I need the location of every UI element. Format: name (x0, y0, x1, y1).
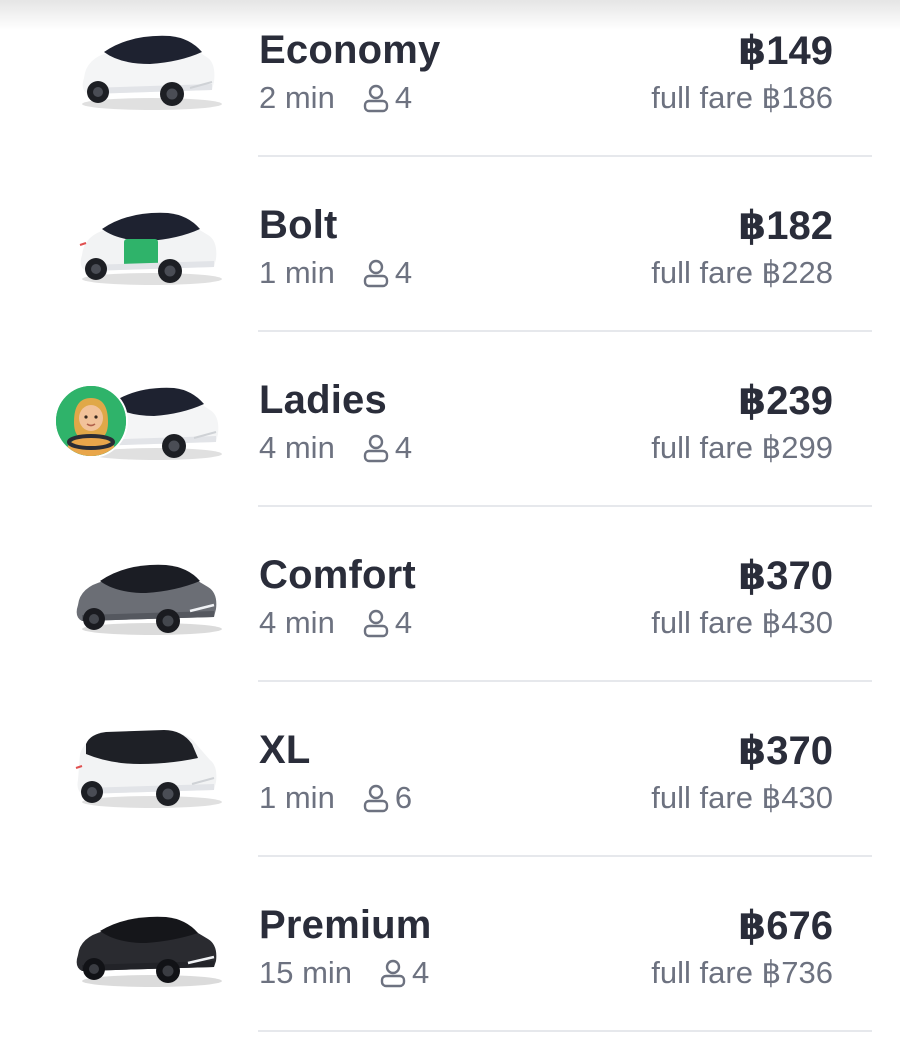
option-name: Economy (259, 28, 441, 72)
option-name: Bolt (259, 203, 338, 247)
option-name: Premium (259, 903, 432, 947)
option-price: ฿370 (738, 554, 833, 598)
divider (258, 855, 872, 857)
divider (258, 1030, 872, 1032)
person-icon (380, 959, 406, 988)
person-icon (363, 259, 389, 288)
option-price: ฿676 (738, 904, 833, 948)
seat-count: 4 (394, 80, 413, 115)
full-fare-price: full fare ฿430 (651, 780, 833, 815)
white-minivan-icon (70, 724, 230, 814)
person-icon (363, 84, 389, 113)
seat-count: 4 (394, 430, 413, 465)
white-sedan-icon (70, 28, 230, 118)
person-icon (363, 609, 389, 638)
ride-option-ladies[interactable]: Ladies 4 min 4 ฿239 full fare ฿299 (0, 350, 900, 525)
option-meta: 1 min 4 (259, 255, 412, 291)
divider (258, 155, 872, 157)
grey-sedan-icon (70, 553, 230, 643)
full-fare-price: full fare ฿430 (651, 605, 833, 640)
option-price: ฿149 (738, 29, 833, 73)
black-sedan-icon (70, 905, 230, 995)
divider (258, 680, 872, 682)
full-fare-price: full fare ฿299 (651, 430, 833, 465)
full-fare-price: full fare ฿228 (651, 255, 833, 290)
full-fare-price: full fare ฿186 (651, 80, 833, 115)
option-meta: 1 min 6 (259, 780, 412, 816)
ride-option-xl[interactable]: XL 1 min 6 ฿370 full fare ฿430 (0, 700, 900, 875)
eta-text: 4 min (259, 430, 335, 465)
divider (258, 505, 872, 507)
seat-count: 4 (394, 255, 413, 290)
option-name: XL (259, 728, 311, 772)
seat-count: 4 (394, 605, 413, 640)
option-price: ฿182 (738, 204, 833, 248)
option-meta: 2 min 4 (259, 80, 412, 116)
person-icon (363, 784, 389, 813)
option-name: Ladies (259, 378, 387, 422)
divider (258, 330, 872, 332)
eta-text: 1 min (259, 780, 335, 815)
option-meta: 4 min 4 (259, 430, 412, 466)
seat-count: 4 (412, 955, 430, 990)
eta-text: 4 min (259, 605, 335, 640)
ride-option-premium[interactable]: Premium 15 min 4 ฿676 full fare ฿736 (0, 875, 900, 1043)
ride-option-comfort[interactable]: Comfort 4 min 4 ฿370 full fare ฿430 (0, 525, 900, 700)
ride-option-bolt[interactable]: Bolt 1 min 4 ฿182 full fare ฿228 (0, 175, 900, 350)
option-name: Comfort (259, 553, 416, 597)
eta-text: 1 min (259, 255, 335, 290)
option-price: ฿239 (738, 379, 833, 423)
option-meta: 4 min 4 (259, 605, 412, 641)
person-icon (363, 434, 389, 463)
full-fare-price: full fare ฿736 (651, 955, 833, 990)
seat-count: 6 (394, 780, 413, 815)
option-price: ฿370 (738, 729, 833, 773)
eta-text: 15 min (259, 955, 353, 990)
woman-driver-icon (54, 384, 128, 458)
ride-options-page: Economy 2 min 4 ฿149 full fare ฿186 Bolt… (0, 0, 900, 1043)
white-green-sedan-icon (70, 203, 230, 293)
option-meta: 15 min 4 (259, 955, 429, 991)
ride-option-economy[interactable]: Economy 2 min 4 ฿149 full fare ฿186 (0, 0, 900, 175)
eta-text: 2 min (259, 80, 335, 115)
